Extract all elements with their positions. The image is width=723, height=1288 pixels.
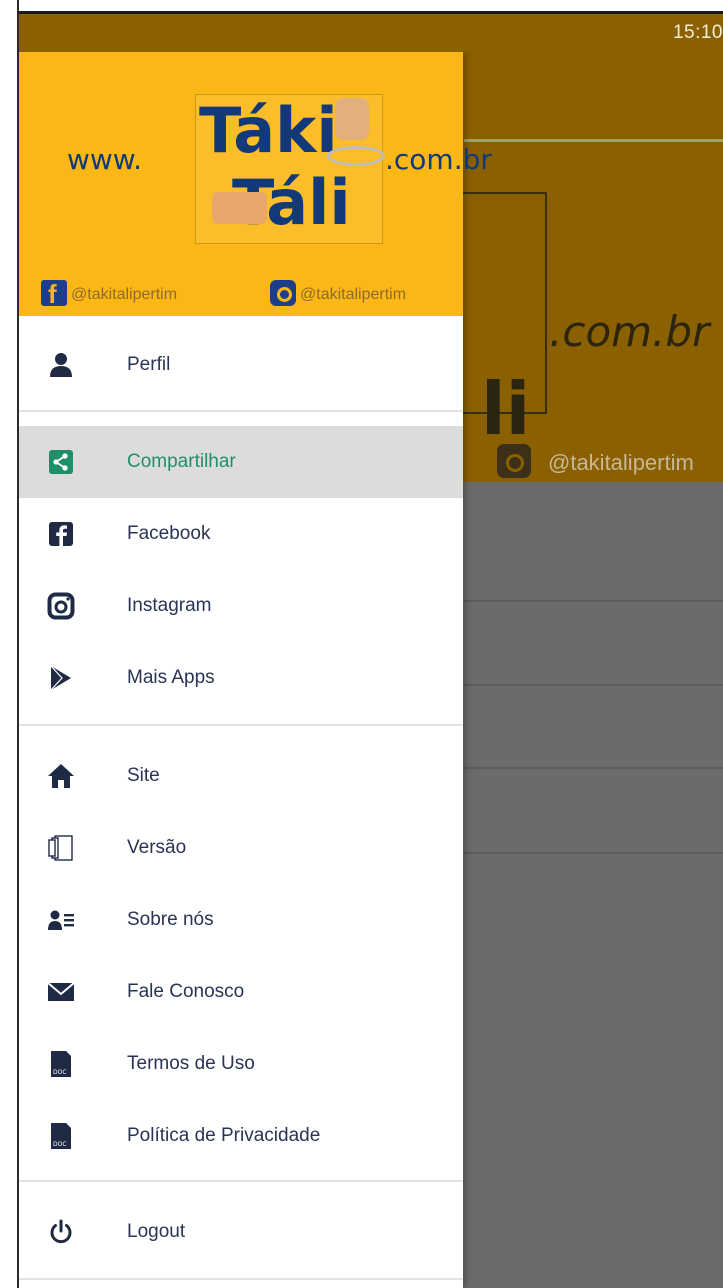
menu-item-sobre-nos[interactable]: Sobre nós <box>19 884 463 956</box>
menu-divider <box>19 1278 463 1280</box>
svg-text:DOC: DOC <box>53 1069 67 1076</box>
menu-item-label: Versão <box>127 837 187 858</box>
menu-item-label: Logout <box>127 1221 186 1242</box>
background-divider <box>464 852 723 854</box>
menu-item-compartilhar[interactable]: Compartilhar <box>19 426 463 498</box>
menu-item-perfil[interactable]: Perfil <box>19 329 463 401</box>
menu-item-fale-conosco[interactable]: Fale Conosco <box>19 956 463 1028</box>
facebook-handle: @takitalipertim <box>71 286 178 303</box>
menu-item-label: Instagram <box>127 595 212 616</box>
menu-divider <box>19 1180 463 1182</box>
logo-suffix: .com.br <box>385 143 492 176</box>
logo-word-taki: Táki <box>199 94 338 167</box>
background-divider <box>464 767 723 769</box>
navigation-drawer: www. Táki Táli .com.br @takitalipertim @… <box>19 52 492 1288</box>
document-icon: DOC <box>51 1123 71 1149</box>
facebook-icon <box>49 522 73 546</box>
person-icon <box>50 353 72 377</box>
menu-item-termos-de-uso[interactable]: DOC Termos de Uso <box>19 1028 463 1100</box>
background-logo-word: li <box>481 367 531 451</box>
logo-prefix: www. <box>67 143 143 176</box>
status-time: 15:10 <box>672 22 723 43</box>
menu-item-facebook[interactable]: Facebook <box>19 498 463 570</box>
menu-item-label: Termos de Uso <box>127 1053 255 1074</box>
power-icon <box>50 1219 72 1244</box>
device-border-left <box>0 0 19 1288</box>
app-logo: www. Táki Táli .com.br <box>67 88 492 248</box>
menu-item-label: Política de Privacidade <box>127 1125 321 1146</box>
menu-item-label: Mais Apps <box>127 667 215 688</box>
menu-item-politica-de-privacidade[interactable]: DOC Política de Privacidade <box>19 1100 463 1172</box>
menu-item-label: Facebook <box>127 523 211 544</box>
home-icon <box>48 764 74 788</box>
background-divider <box>464 684 723 686</box>
menu-item-site[interactable]: Site <box>19 740 463 812</box>
instagram-icon <box>270 280 296 306</box>
background-divider <box>464 600 723 602</box>
instagram-handle: @takitalipertim <box>300 286 407 303</box>
target-icon <box>327 146 385 166</box>
menu-item-label: Fale Conosco <box>127 981 245 1002</box>
facebook-icon <box>41 279 67 310</box>
menu-item-instagram[interactable]: Instagram <box>19 570 463 642</box>
drawer-header: www. Táki Táli .com.br @takitalipertim @… <box>19 52 492 316</box>
background-instagram-icon <box>497 444 531 478</box>
background-instagram-handle: @takitalipertim <box>548 450 694 475</box>
instagram-icon <box>47 592 75 620</box>
version-icon <box>48 835 73 861</box>
menu-divider <box>19 724 463 726</box>
mail-icon <box>47 982 75 1001</box>
menu-divider <box>19 410 463 412</box>
document-icon: DOC <box>51 1051 71 1077</box>
device-border-top <box>0 0 723 14</box>
menu-item-label: Perfil <box>127 354 171 375</box>
svg-text:DOC: DOC <box>53 1141 67 1148</box>
menu-item-versao[interactable]: Versão <box>19 812 463 884</box>
pointing-hand-icon <box>335 98 369 140</box>
play-store-icon <box>50 665 71 691</box>
menu-item-mais-apps[interactable]: Mais Apps <box>19 642 463 714</box>
background-logo-domain: .com.br <box>549 307 710 356</box>
menu-item-label: Compartilhar <box>127 451 236 472</box>
menu-item-label: Sobre nós <box>127 909 214 930</box>
about-icon <box>48 910 74 930</box>
pointing-hand-icon <box>212 192 267 224</box>
status-bar: 15:10 <box>19 14 723 52</box>
menu-item-logout[interactable]: Logout <box>19 1196 463 1268</box>
menu-item-label: Site <box>127 765 160 786</box>
share-icon <box>49 450 73 474</box>
